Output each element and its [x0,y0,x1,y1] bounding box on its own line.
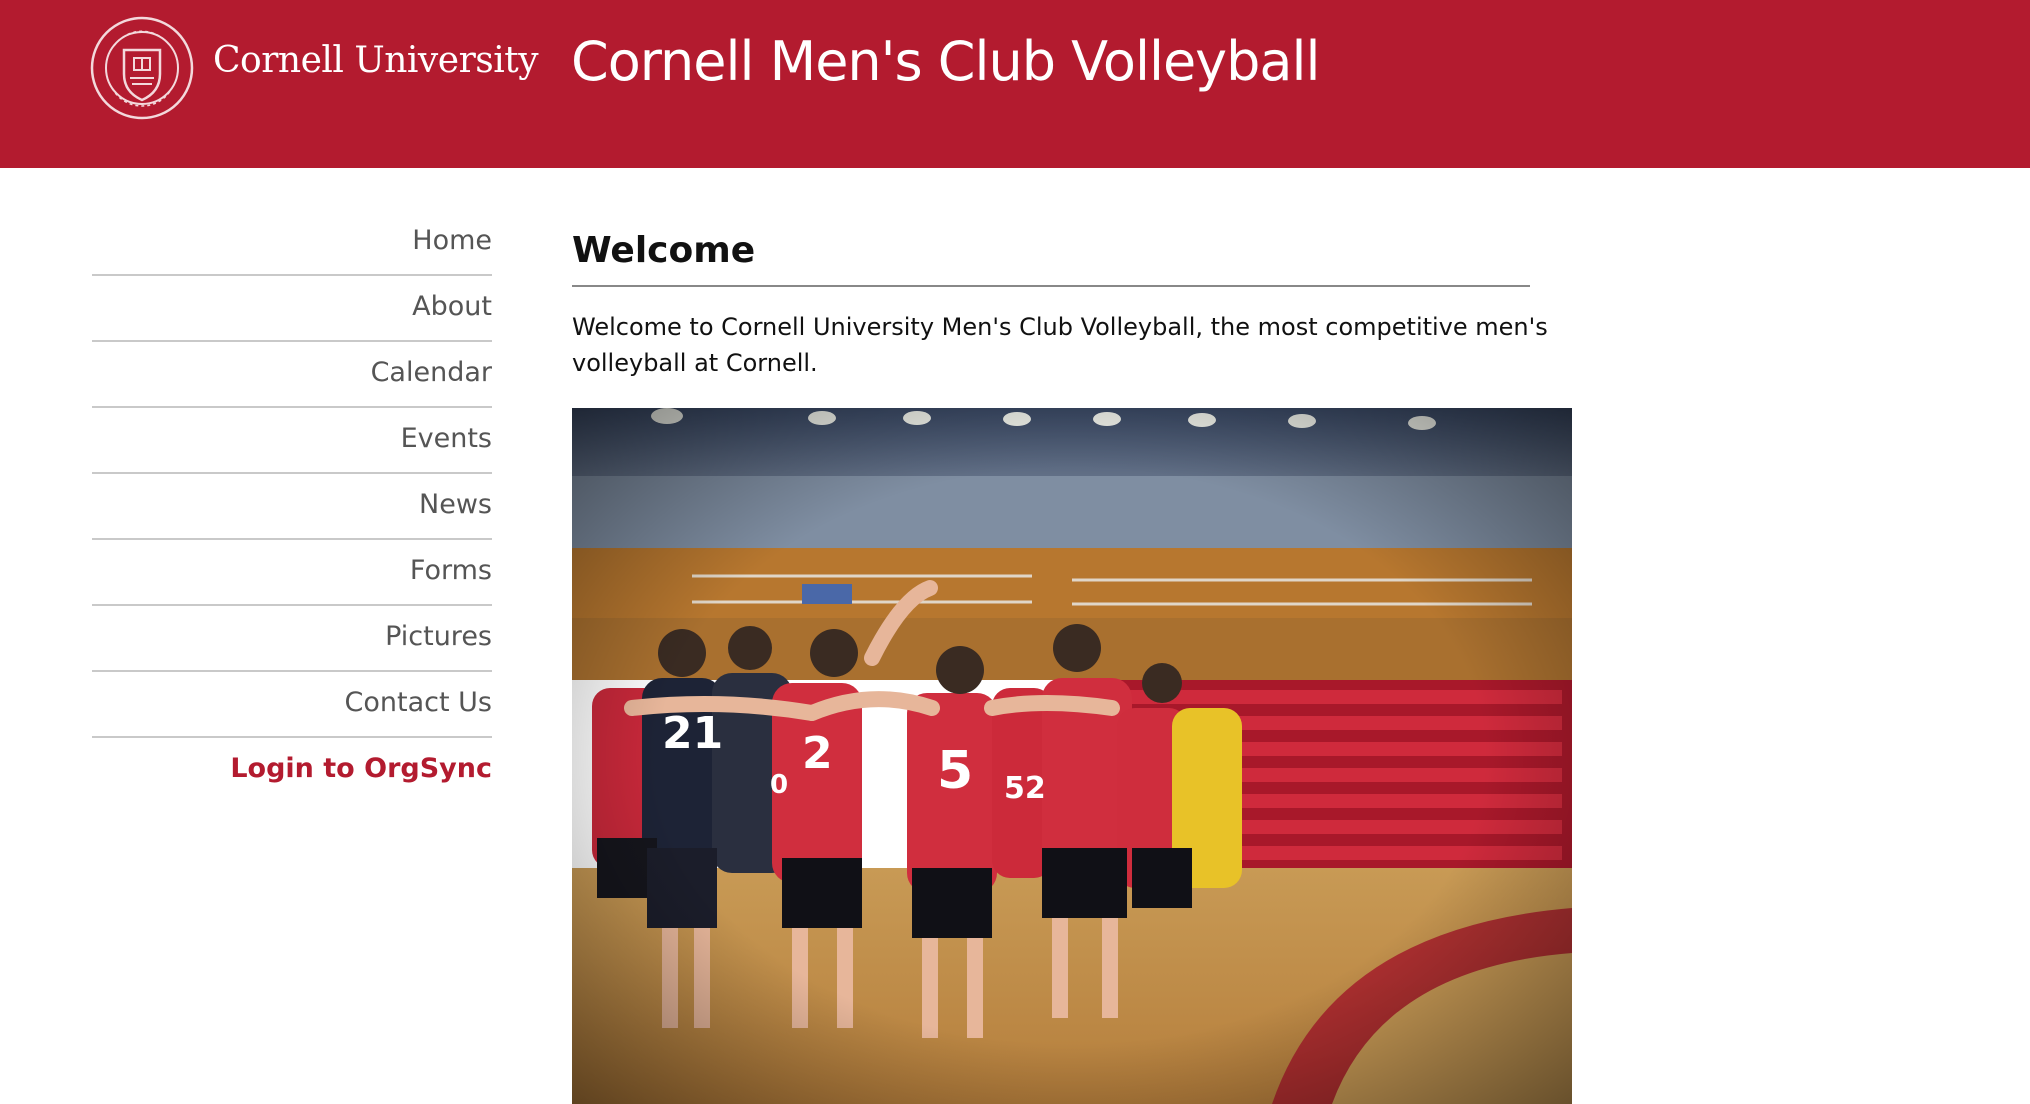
cornell-seal-logo[interactable] [90,16,194,120]
sidebar-item-forms[interactable]: Forms [92,540,492,606]
intro-paragraph: Welcome to Cornell University Men's Club… [572,313,1548,377]
page-title: Welcome [572,230,1530,287]
site-title[interactable]: Cornell Men's Club Volleyball [571,30,1321,93]
sidebar-item-news[interactable]: News [92,474,492,540]
sidebar-item-contact-us[interactable]: Contact Us [92,672,492,738]
sidebar-item-events[interactable]: Events [92,408,492,474]
team-huddle-photo: 21 2 5 52 0 [572,408,1572,1104]
team-photo-illustration: 21 2 5 52 0 [572,408,1572,1104]
login-orgsync-link[interactable]: Login to OrgSync [92,738,492,802]
sidebar-item-calendar[interactable]: Calendar [92,342,492,408]
sidebar-item-pictures[interactable]: Pictures [92,606,492,672]
sidebar-item-about[interactable]: About [92,276,492,342]
university-name[interactable]: Cornell University [213,40,539,81]
sidebar-item-home[interactable]: Home [92,210,492,276]
site-header: Cornell University Cornell Men's Club Vo… [0,0,2030,168]
main-content: Welcome Welcome to Cornell University Me… [572,230,1572,381]
sidebar-nav: Home About Calendar Events News Forms Pi… [92,210,492,802]
